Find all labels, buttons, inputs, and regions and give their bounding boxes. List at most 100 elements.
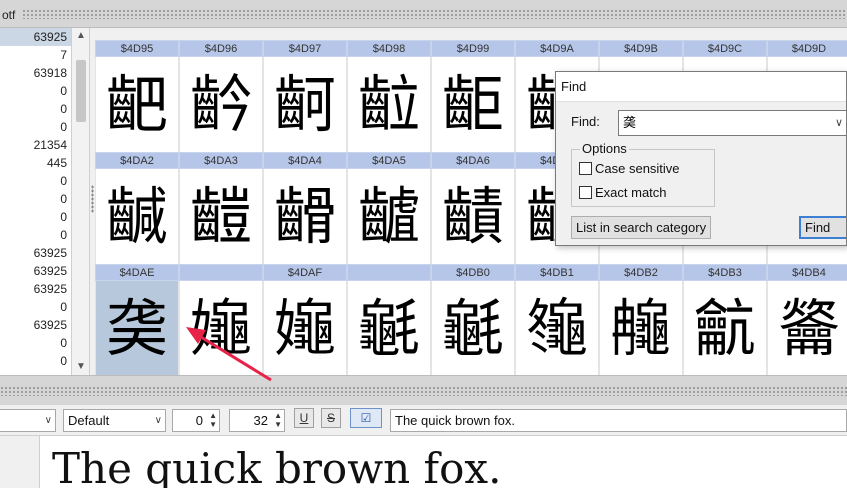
list-in-category-button[interactable]: List in search category: [571, 216, 712, 239]
glyph-code-header: $4DB4: [767, 264, 847, 281]
horizontal-splitter[interactable]: [0, 375, 847, 405]
glyph-code-header: $4DA2: [95, 152, 179, 169]
glyph-preview[interactable]: 䶴: [767, 281, 847, 375]
list-item[interactable]: 0: [0, 100, 71, 118]
offset-value: 0: [195, 413, 203, 428]
checkbox-icon[interactable]: [579, 162, 592, 175]
sample-text-input[interactable]: The quick brown fox.: [390, 409, 847, 432]
glyph-code-header: $4D99: [431, 40, 515, 57]
list-item[interactable]: 445: [0, 154, 71, 172]
size-spinner[interactable]: 32 ▲ ▼: [229, 409, 285, 432]
glyph-cell[interactable]: $4DB4 䶴: [767, 264, 847, 375]
glyph-preview[interactable]: 䶮: [95, 281, 179, 375]
list-item[interactable]: 0: [0, 118, 71, 136]
glyph-cell[interactable]: $4D98 䶘: [347, 40, 431, 152]
list-item[interactable]: 21354: [0, 136, 71, 154]
list-item[interactable]: 63925: [0, 316, 71, 334]
font-select-partial[interactable]: ∨: [0, 409, 56, 432]
list-item[interactable]: 0: [0, 190, 71, 208]
glyph-preview[interactable]: 䶖: [179, 57, 263, 152]
glyph-cell[interactable]: $4D97 䶗: [263, 40, 347, 152]
glyph-cell[interactable]: $4D96 䶖: [179, 40, 263, 152]
glyph-code-header: $4D9B: [599, 40, 683, 57]
glyph-code-header: $4D9D: [767, 40, 847, 57]
glyph-preview[interactable]: 䶤: [263, 169, 347, 264]
list-item[interactable]: 7: [0, 46, 71, 64]
scroll-thumb[interactable]: [76, 60, 86, 122]
glyph-preview[interactable]: 䶰: [431, 281, 515, 375]
list-item[interactable]: 0: [0, 172, 71, 190]
find-input[interactable]: 䶮 ∨: [618, 110, 846, 136]
glyph-preview[interactable]: 䶘: [347, 57, 431, 152]
list-item[interactable]: 0: [0, 298, 71, 316]
glyph-cell[interactable]: $4DA3 䶣: [179, 152, 263, 264]
spin-arrows-icon[interactable]: ▲ ▼: [274, 411, 282, 429]
find-dialog-title: Find: [556, 72, 846, 102]
checkbox-toggle-button[interactable]: ☑: [350, 408, 382, 428]
exact-match-checkbox[interactable]: Exact match: [579, 185, 667, 200]
glyph-cell[interactable]: $4DB2 䶲: [599, 264, 683, 375]
glyph-cell[interactable]: 䶰: [347, 264, 431, 375]
glyph-preview[interactable]: 䶱: [515, 281, 599, 375]
style-select-value: Default: [68, 413, 110, 428]
list-item[interactable]: 63925: [0, 280, 71, 298]
glyph-cell[interactable]: $4DA2 䶢: [95, 152, 179, 264]
strikethrough-button[interactable]: S: [321, 408, 341, 428]
glyph-preview[interactable]: 䶗: [263, 57, 347, 152]
glyph-code-header: $4DA4: [263, 152, 347, 169]
style-select[interactable]: Default ∨: [63, 409, 166, 432]
window-title: otf: [2, 8, 16, 22]
offset-spinner[interactable]: 0 ▲ ▼: [172, 409, 220, 432]
chevron-down-icon[interactable]: ∨: [835, 111, 843, 135]
glyph-cell[interactable]: $4DAE 䶮: [95, 264, 179, 375]
glyph-preview[interactable]: 䶯: [179, 281, 263, 375]
glyph-preview[interactable]: 䶢: [95, 169, 179, 264]
list-item[interactable]: 63925: [0, 28, 71, 46]
glyph-cell[interactable]: $4DAF 䶯: [263, 264, 347, 375]
glyph-cell[interactable]: $4DB3 䶳: [683, 264, 767, 375]
splitter-grip[interactable]: [91, 185, 94, 213]
list-item[interactable]: 0: [0, 334, 71, 352]
glyph-preview[interactable]: 䶲: [599, 281, 683, 375]
glyph-preview[interactable]: 䶰: [347, 281, 431, 375]
glyph-preview[interactable]: 䶣: [179, 169, 263, 264]
find-input-value: 䶮: [623, 115, 637, 130]
list-item[interactable]: 63925: [0, 244, 71, 262]
glyph-preview[interactable]: 䶳: [683, 281, 767, 375]
glyph-code-header: $4DB2: [599, 264, 683, 281]
glyph-code-header: [347, 264, 431, 281]
glyph-cell[interactable]: $4DA6 䶦: [431, 152, 515, 264]
glyph-preview[interactable]: 䶕: [95, 57, 179, 152]
glyph-preview[interactable]: 䶙: [431, 57, 515, 152]
underline-button[interactable]: U: [294, 408, 314, 428]
glyph-cell[interactable]: 䶯: [179, 264, 263, 375]
find-button[interactable]: Find: [799, 216, 846, 239]
scroll-up-icon[interactable]: ▲: [72, 29, 90, 43]
title-grip: [22, 9, 847, 19]
chevron-down-icon: ∨: [154, 415, 162, 426]
glyph-cell[interactable]: $4DB1 䶱: [515, 264, 599, 375]
case-sensitive-checkbox[interactable]: Case sensitive: [579, 161, 680, 176]
list-item[interactable]: 63918: [0, 64, 71, 82]
glyph-preview[interactable]: 䶦: [431, 169, 515, 264]
list-item[interactable]: 0: [0, 82, 71, 100]
checkbox-icon[interactable]: [579, 186, 592, 199]
number-list[interactable]: 63925 7 63918 0 0 0 21354 445 0 0 0 0 63925 63925 6392…: [0, 28, 72, 375]
list-item[interactable]: 0: [0, 352, 71, 370]
glyph-code-header: $4DB0: [431, 264, 515, 281]
glyph-cell[interactable]: $4DA5 䶥: [347, 152, 431, 264]
list-item[interactable]: 0: [0, 208, 71, 226]
glyph-preview[interactable]: 䶯: [263, 281, 347, 375]
glyph-cell[interactable]: $4D95 䶕: [95, 40, 179, 152]
list-item[interactable]: 0: [0, 226, 71, 244]
glyph-code-header: $4DB1: [515, 264, 599, 281]
list-item[interactable]: 63925: [0, 262, 71, 280]
list-scrollbar[interactable]: ▲ ▼: [72, 28, 90, 375]
glyph-preview[interactable]: 䶥: [347, 169, 431, 264]
spin-arrows-icon[interactable]: ▲ ▼: [209, 411, 217, 429]
glyph-cell[interactable]: $4DA4 䶤: [263, 152, 347, 264]
glyph-code-header: $4D9A: [515, 40, 599, 57]
glyph-cell[interactable]: $4DB0 䶰: [431, 264, 515, 375]
scroll-down-icon[interactable]: ▼: [72, 360, 90, 374]
glyph-cell[interactable]: $4D99 䶙: [431, 40, 515, 152]
